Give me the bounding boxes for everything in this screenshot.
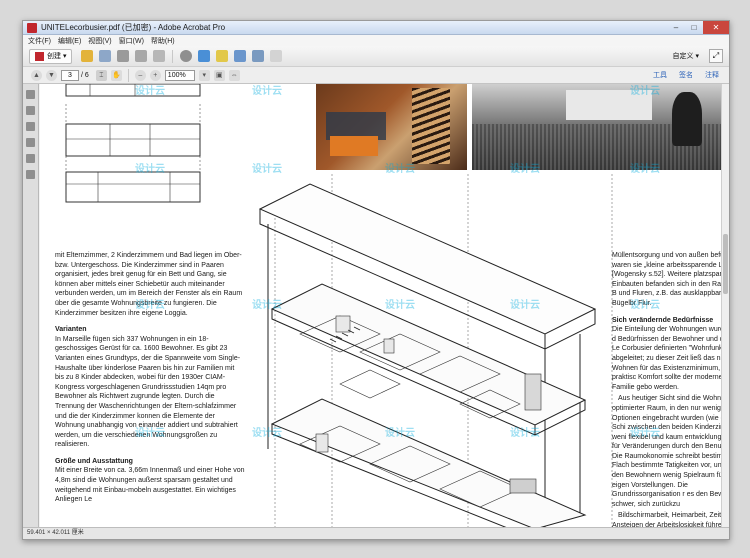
page-thumbnails-icon[interactable]	[26, 90, 35, 99]
settings-gear-icon[interactable]	[180, 50, 193, 62]
customize-dropdown[interactable]: 自定义 ▾	[669, 50, 703, 62]
paragraph: Die Einteilung der Wohnungen wurde von d…	[612, 326, 729, 391]
hand-tool-icon[interactable]: ✋	[110, 69, 122, 81]
email-icon[interactable]	[135, 50, 148, 62]
window-title: UNITELecorbusier.pdf (已加密) - Adobe Acrob…	[41, 23, 226, 32]
scrollbar-thumb[interactable]	[723, 234, 728, 294]
title-bar: UNITELecorbusier.pdf (已加密) - Adobe Acrob…	[23, 21, 729, 35]
signatures-icon[interactable]	[26, 138, 35, 147]
paragraph: Aus heutiger Sicht sind die Wohnungen, o…	[612, 395, 729, 508]
tools-link[interactable]: 工具	[653, 70, 667, 80]
fit-page-icon[interactable]: ▣	[213, 69, 225, 81]
attachments-icon[interactable]	[26, 122, 35, 131]
sticky-note-icon[interactable]	[216, 50, 229, 62]
comment-link[interactable]: 注释	[705, 70, 719, 80]
model-tree-icon[interactable]	[26, 170, 35, 179]
page-number-input[interactable]: 3	[61, 69, 79, 81]
expand-icon[interactable]: ⤢	[709, 49, 723, 63]
share-icon[interactable]	[153, 50, 166, 62]
paragraph: mit Elternzimmer, 2 Kinderzimmern und Ba…	[55, 252, 243, 317]
menu-edit[interactable]: 编辑(E)	[58, 36, 81, 46]
document-view[interactable]: mit Elternzimmer, 2 Kinderzimmern und Ba…	[40, 84, 729, 527]
open-folder-icon[interactable]	[81, 50, 94, 62]
task-pane-links: 工具 签名 注释	[641, 70, 719, 80]
left-text-column: mit Elternzimmer, 2 Kinderzimmern und Ba…	[55, 251, 245, 505]
zoom-level-select[interactable]: 100%	[164, 69, 195, 81]
menu-bar: 文件(F) 编辑(E) 视图(V) 窗口(W) 帮助(H)	[23, 35, 729, 46]
menu-window[interactable]: 窗口(W)	[119, 36, 144, 46]
layers-icon[interactable]	[26, 154, 35, 163]
toolbar-divider	[127, 68, 129, 82]
right-text-column: Müllentsorgung und von außen befüllbaren…	[612, 251, 729, 527]
minimize-button[interactable]: –	[667, 21, 685, 34]
print-icon[interactable]	[117, 50, 130, 62]
menu-help[interactable]: 帮助(H)	[151, 36, 175, 46]
fit-width-icon[interactable]: ⇔	[228, 69, 240, 81]
bathroom-unit	[315, 433, 329, 453]
section-heading: Sich verändernde Bedürfnisse	[612, 316, 714, 324]
layout-icon[interactable]	[270, 50, 283, 62]
paragraph: Müllentsorgung und von außen befüllbaren…	[612, 252, 729, 307]
previous-page-icon[interactable]: ▲	[31, 69, 42, 81]
close-button[interactable]: ✕	[703, 21, 729, 34]
paragraph: In Marseille fügen sich 337 Wohnungen in…	[55, 335, 241, 449]
acrobat-window: UNITELecorbusier.pdf (已加密) - Adobe Acrob…	[22, 20, 730, 540]
paragraph: Mit einer Breite von ca. 3,66m Innenmaß …	[55, 467, 245, 504]
loggia-railing	[509, 478, 537, 494]
maximize-button[interactable]: □	[685, 21, 703, 34]
menu-file[interactable]: 文件(F)	[28, 36, 51, 46]
comment-bubble-icon[interactable]	[198, 50, 211, 62]
zoom-out-icon[interactable]: –	[134, 69, 146, 81]
main-toolbar: 创建 ▾ 自定义 ▾ ⤢	[23, 46, 729, 67]
section-heading: Varianten	[55, 326, 87, 334]
acrobat-app-icon	[27, 22, 37, 33]
window-controls: – □ ✕	[667, 21, 729, 34]
section-heading: Größe und Ausstattung	[55, 457, 133, 465]
zoom-dropdown-icon[interactable]: ▾	[198, 69, 210, 81]
toolbar-divider	[172, 49, 174, 63]
create-button[interactable]: 创建 ▾	[29, 48, 73, 64]
status-bar: 59.401 × 42.011 厘米	[23, 527, 729, 539]
loggia-upper	[524, 373, 542, 411]
review-icon[interactable]	[252, 50, 265, 62]
kitchen-unit	[335, 315, 351, 333]
sign-link[interactable]: 签名	[679, 70, 693, 80]
select-cursor-icon[interactable]: ⌶	[95, 69, 107, 81]
next-page-icon[interactable]: ▼	[46, 69, 57, 81]
page-total: / 6	[81, 71, 89, 79]
page-size-readout: 59.401 × 42.011 厘米	[27, 530, 84, 536]
save-icon[interactable]	[99, 50, 112, 62]
form-icon[interactable]	[234, 50, 247, 62]
vertical-scrollbar[interactable]	[721, 84, 729, 527]
zoom-in-icon[interactable]: +	[149, 69, 161, 81]
navigation-toolbar: ▲ ▼ 3 / 6 ⌶ ✋ – + 100% ▾ ▣ ⇔ 工具 签名 注释	[23, 67, 729, 84]
create-label: 创建 ▾	[47, 53, 67, 60]
bookmarks-icon[interactable]	[26, 106, 35, 115]
navigation-pane	[23, 84, 39, 527]
paragraph: Bildschirmarbeit, Heimarbeit, Zeitarbeit…	[612, 512, 729, 527]
menu-view[interactable]: 视图(V)	[88, 36, 111, 46]
create-icon	[35, 51, 44, 61]
